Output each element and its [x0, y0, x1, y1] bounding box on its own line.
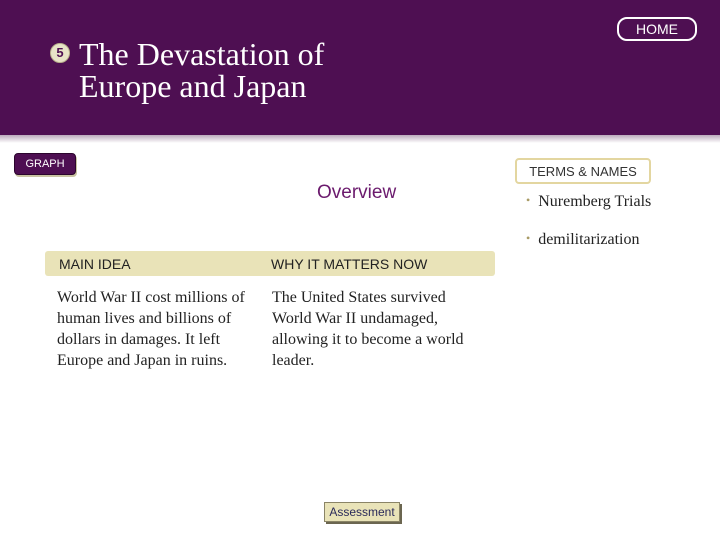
section-number-badge: 5 [50, 43, 70, 63]
overview-heading: Overview [317, 182, 397, 203]
main-idea-text: World War II cost millions of human live… [57, 289, 245, 369]
terms-and-names-header: TERMS & NAMES [515, 158, 651, 184]
why-it-matters-text: The United States survived World War II … [272, 289, 464, 369]
terms-list: • Nuremberg Trials • demilitarization [526, 193, 651, 269]
home-button[interactable]: HOME [617, 17, 697, 41]
header-shadow [0, 135, 720, 143]
term-label: Nuremberg Trials [538, 193, 652, 210]
page-title-line-2: Europe and Japan [79, 68, 307, 104]
term-nuremberg-trials[interactable]: • Nuremberg Trials [526, 193, 651, 213]
main-idea-label: MAIN IDEA [59, 256, 131, 272]
bullet-icon: • [526, 193, 531, 207]
term-label: demilitarization [538, 231, 640, 248]
bullet-icon: • [526, 231, 531, 245]
graph-button[interactable]: GRAPH [14, 153, 76, 175]
page-title-line-1: The Devastation of [79, 36, 325, 72]
term-demilitarization[interactable]: • demilitarization [526, 231, 651, 251]
page-title: The Devastation of Europe and Japan [79, 38, 499, 102]
assessment-button[interactable]: Assessment [324, 502, 400, 522]
why-it-matters-label: WHY IT MATTERS NOW [271, 256, 428, 272]
